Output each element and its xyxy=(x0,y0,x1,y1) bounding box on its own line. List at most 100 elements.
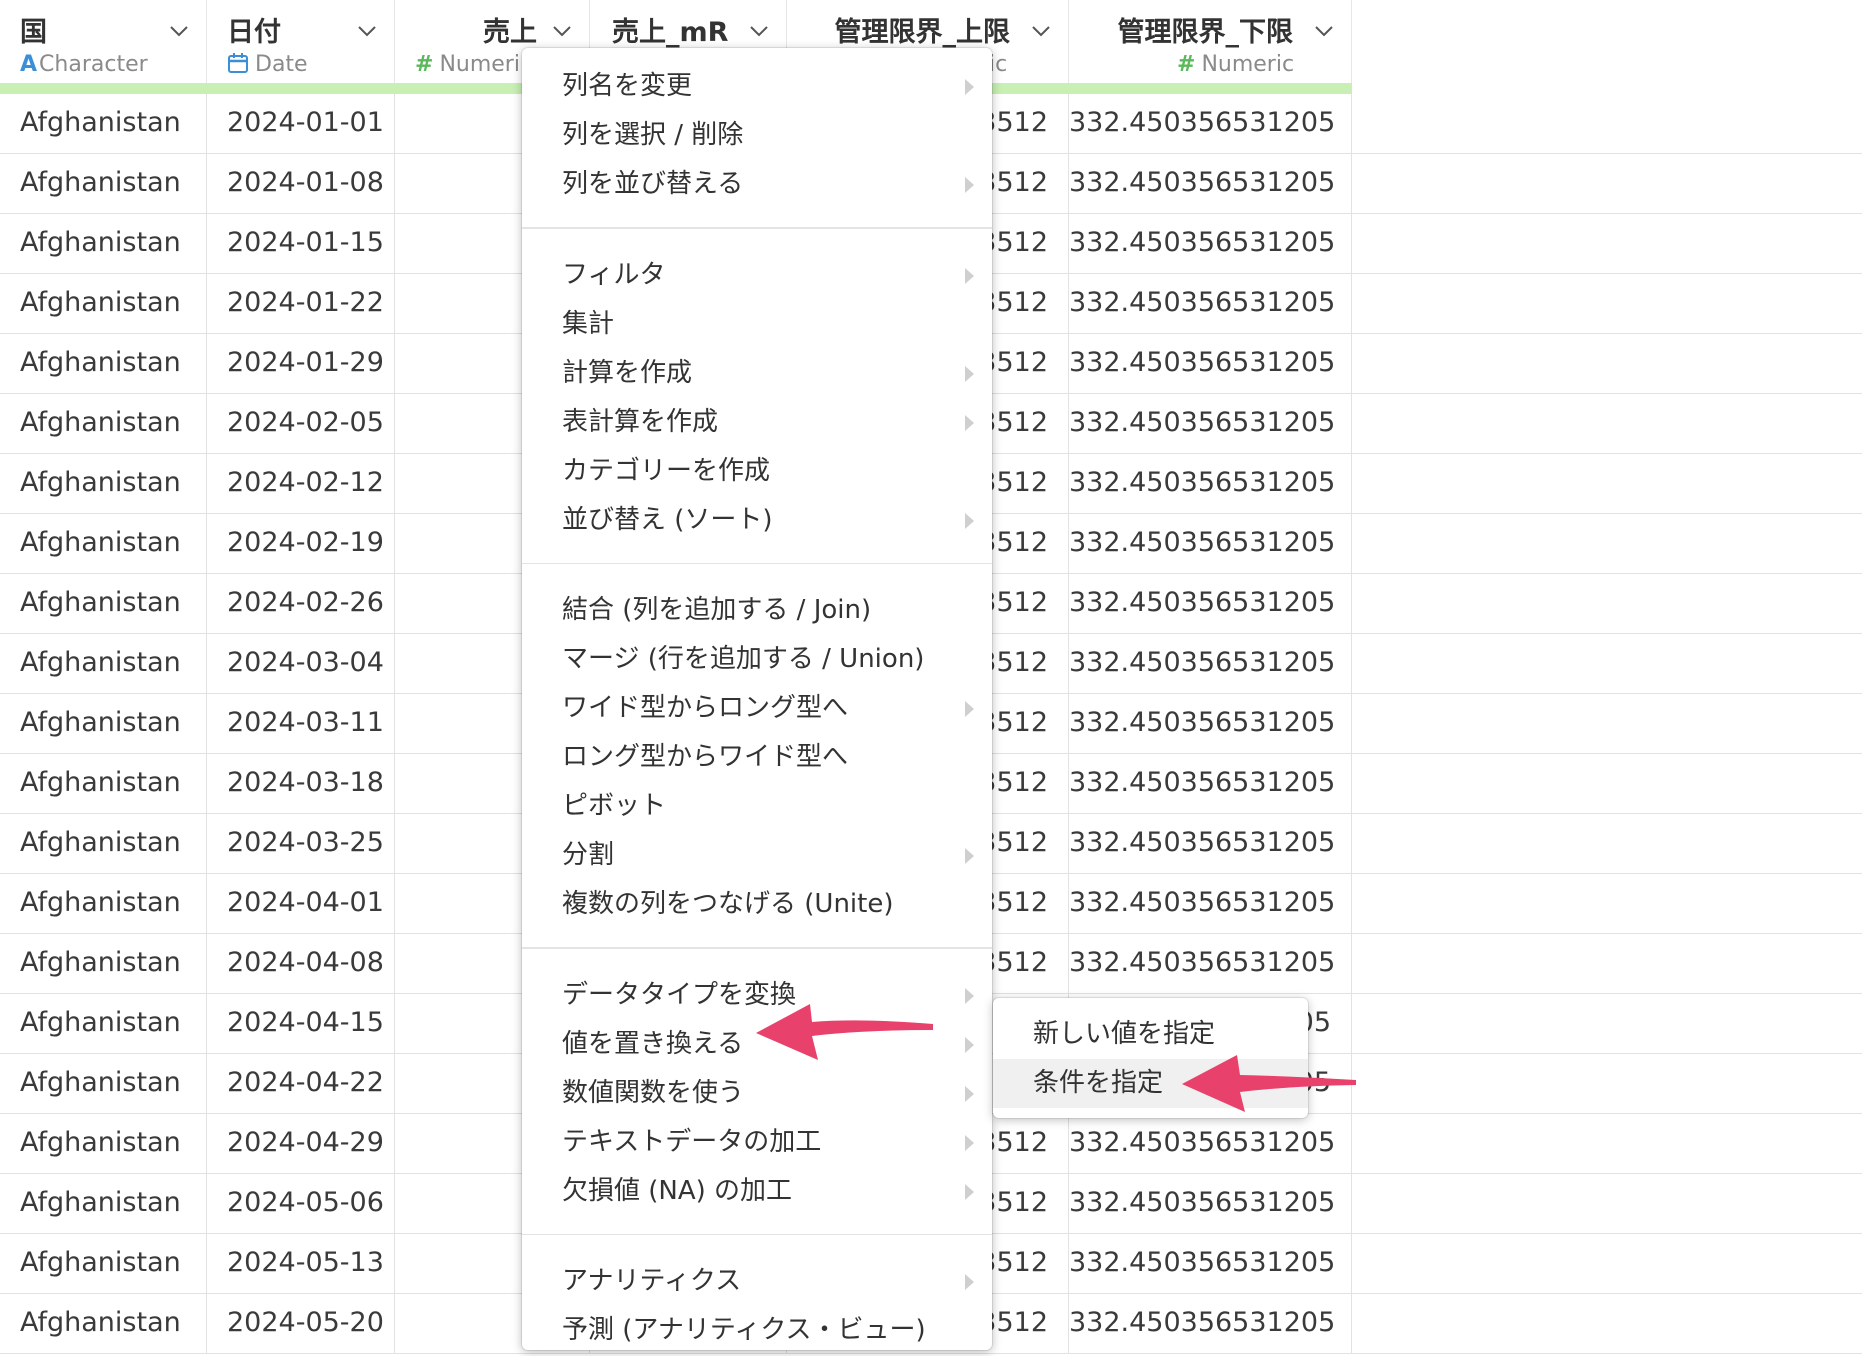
cell-date[interactable]: 2024-04-15 xyxy=(207,994,395,1054)
cell-country[interactable]: Afghanistan xyxy=(0,574,207,634)
cell-country[interactable]: Afghanistan xyxy=(0,874,207,934)
menu-item-specify-condition[interactable]: 条件を指定 xyxy=(993,1059,1308,1108)
cell-lcl[interactable]: 332.450356531205 xyxy=(1069,1174,1352,1234)
cell-country[interactable]: Afghanistan xyxy=(0,1294,207,1354)
cell-date[interactable]: 2024-03-04 xyxy=(207,634,395,694)
menu-item[interactable]: 計算を作成 xyxy=(522,349,992,398)
cell-date[interactable]: 2024-02-26 xyxy=(207,574,395,634)
cell-date[interactable]: 2024-01-08 xyxy=(207,154,395,214)
chevron-down-icon[interactable] xyxy=(1313,20,1335,42)
cell-country[interactable]: Afghanistan xyxy=(0,1234,207,1294)
menu-item[interactable]: テキストデータの加工 xyxy=(522,1118,992,1167)
cell-lcl[interactable]: 332.450356531205 xyxy=(1069,1234,1352,1294)
menu-item[interactable]: 結合 (列を追加する / Join) xyxy=(522,586,992,635)
cell-country[interactable]: Afghanistan xyxy=(0,754,207,814)
menu-item[interactable]: 列名を変更 xyxy=(522,62,992,111)
chevron-down-icon[interactable] xyxy=(356,20,378,42)
cell-lcl[interactable]: 332.450356531205 xyxy=(1069,814,1352,874)
cell-date[interactable]: 2024-04-29 xyxy=(207,1114,395,1174)
cell-date[interactable]: 2024-01-29 xyxy=(207,334,395,394)
menu-item[interactable]: データタイプを変換 xyxy=(522,971,992,1020)
cell-date[interactable]: 2024-03-11 xyxy=(207,694,395,754)
cell-country[interactable]: Afghanistan xyxy=(0,1174,207,1234)
cell-lcl[interactable]: 332.450356531205 xyxy=(1069,274,1352,334)
cell-date[interactable]: 2024-04-08 xyxy=(207,934,395,994)
cell-country[interactable]: Afghanistan xyxy=(0,514,207,574)
menu-item[interactable]: マージ (行を追加する / Union) xyxy=(522,635,992,684)
menu-item[interactable]: 欠損値 (NA) の加工 xyxy=(522,1167,992,1216)
cell-country[interactable]: Afghanistan xyxy=(0,994,207,1054)
submenu-arrow-icon xyxy=(965,177,974,193)
chevron-down-icon[interactable] xyxy=(551,20,573,42)
menu-item[interactable]: ロング型からワイド型へ xyxy=(522,733,992,782)
menu-item[interactable]: 列を並び替える xyxy=(522,160,992,209)
chevron-down-icon[interactable] xyxy=(168,20,190,42)
cell-date[interactable]: 2024-01-01 xyxy=(207,94,395,154)
menu-item[interactable]: 数値関数を使う xyxy=(522,1069,992,1118)
cell-country[interactable]: Afghanistan xyxy=(0,1054,207,1114)
cell-country[interactable]: Afghanistan xyxy=(0,694,207,754)
column-header-lcl[interactable]: 管理限界_下限 # Numeric xyxy=(1069,0,1352,84)
cell-date[interactable]: 2024-04-22 xyxy=(207,1054,395,1114)
cell-date[interactable]: 2024-01-15 xyxy=(207,214,395,274)
cell-date[interactable]: 2024-02-05 xyxy=(207,394,395,454)
cell-lcl[interactable]: 332.450356531205 xyxy=(1069,94,1352,154)
column-name: 日付 xyxy=(227,17,281,48)
chevron-down-icon[interactable] xyxy=(748,20,770,42)
column-header-date[interactable]: 日付 Date xyxy=(207,0,395,84)
menu-item[interactable]: アナリティクス xyxy=(522,1257,992,1306)
cell-date[interactable]: 2024-02-12 xyxy=(207,454,395,514)
column-header-country[interactable]: 国 ACharacter xyxy=(0,0,207,84)
cell-lcl[interactable]: 332.450356531205 xyxy=(1069,1114,1352,1174)
cell-lcl[interactable]: 332.450356531205 xyxy=(1069,754,1352,814)
cell-country[interactable]: Afghanistan xyxy=(0,214,207,274)
cell-lcl[interactable]: 332.450356531205 xyxy=(1069,874,1352,934)
cell-lcl[interactable]: 332.450356531205 xyxy=(1069,454,1352,514)
cell-date[interactable]: 2024-02-19 xyxy=(207,514,395,574)
menu-item[interactable]: 並び替え (ソート) xyxy=(522,496,992,545)
empty-row xyxy=(1352,514,1862,574)
cell-lcl[interactable]: 332.450356531205 xyxy=(1069,214,1352,274)
cell-date[interactable]: 2024-03-25 xyxy=(207,814,395,874)
cell-lcl[interactable]: 332.450356531205 xyxy=(1069,934,1352,994)
cell-lcl[interactable]: 332.450356531205 xyxy=(1069,514,1352,574)
cell-lcl[interactable]: 332.450356531205 xyxy=(1069,334,1352,394)
cell-lcl[interactable]: 332.450356531205 xyxy=(1069,154,1352,214)
cell-country[interactable]: Afghanistan xyxy=(0,154,207,214)
cell-lcl[interactable]: 332.450356531205 xyxy=(1069,574,1352,634)
menu-item[interactable]: ワイド型からロング型へ xyxy=(522,684,992,733)
menu-item[interactable]: カテゴリーを作成 xyxy=(522,447,992,496)
menu-item[interactable]: ピボット xyxy=(522,782,992,831)
cell-country[interactable]: Afghanistan xyxy=(0,814,207,874)
cell-country[interactable]: Afghanistan xyxy=(0,94,207,154)
cell-country[interactable]: Afghanistan xyxy=(0,1114,207,1174)
menu-item[interactable]: フィルタ xyxy=(522,251,992,300)
cell-country[interactable]: Afghanistan xyxy=(0,394,207,454)
chevron-down-icon[interactable] xyxy=(1030,20,1052,42)
cell-lcl[interactable]: 332.450356531205 xyxy=(1069,394,1352,454)
menu-item[interactable]: 複数の列をつなげる (Unite) xyxy=(522,880,992,929)
menu-item[interactable]: 予測 (アナリティクス・ビュー) xyxy=(522,1306,992,1355)
column-name: 売上_mR xyxy=(612,17,729,48)
cell-country[interactable]: Afghanistan xyxy=(0,334,207,394)
cell-lcl[interactable]: 332.450356531205 xyxy=(1069,694,1352,754)
cell-country[interactable]: Afghanistan xyxy=(0,634,207,694)
menu-item[interactable]: 集計 xyxy=(522,300,992,349)
menu-item[interactable]: 値を置き換える xyxy=(522,1020,992,1069)
menu-item[interactable]: 表計算を作成 xyxy=(522,398,992,447)
menu-item[interactable]: 分割 xyxy=(522,831,992,880)
cell-date[interactable]: 2024-05-20 xyxy=(207,1294,395,1354)
cell-date[interactable]: 2024-05-06 xyxy=(207,1174,395,1234)
cell-date[interactable]: 2024-05-13 xyxy=(207,1234,395,1294)
cell-lcl[interactable]: 332.450356531205 xyxy=(1069,1294,1352,1354)
cell-country[interactable]: Afghanistan xyxy=(0,274,207,334)
cell-country[interactable]: Afghanistan xyxy=(0,934,207,994)
menu-item[interactable]: 列を選択 / 削除 xyxy=(522,111,992,160)
column-name: 売上 xyxy=(483,17,537,48)
cell-date[interactable]: 2024-01-22 xyxy=(207,274,395,334)
cell-date[interactable]: 2024-03-18 xyxy=(207,754,395,814)
menu-item-specify-new-value[interactable]: 新しい値を指定 xyxy=(993,1010,1308,1059)
cell-date[interactable]: 2024-04-01 xyxy=(207,874,395,934)
cell-country[interactable]: Afghanistan xyxy=(0,454,207,514)
cell-lcl[interactable]: 332.450356531205 xyxy=(1069,634,1352,694)
